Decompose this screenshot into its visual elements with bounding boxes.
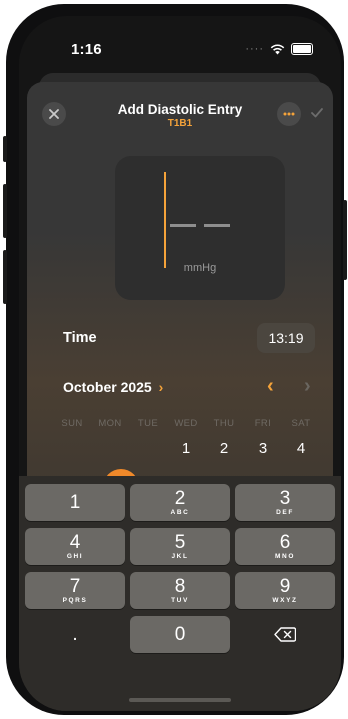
volume-down-button <box>3 250 7 304</box>
month-year-button[interactable]: October 2025 › <box>63 379 163 395</box>
key-digit: 1 <box>69 492 81 513</box>
battery-icon <box>291 43 313 55</box>
time-picker-button[interactable]: 13:19 <box>257 323 315 353</box>
key-6[interactable]: 6 MNO <box>235 528 335 565</box>
unit-label: mmHg <box>183 262 217 274</box>
calendar-day[interactable]: 3 <box>245 440 281 457</box>
phone-frame: 1:16 ···· Add Diastolic Entry T1B1 mmHg … <box>3 4 347 715</box>
key-letters: DEF <box>276 509 294 516</box>
backspace-icon <box>274 627 297 642</box>
key-digit: 5 <box>174 532 186 553</box>
weekday-label: FRI <box>254 418 272 429</box>
key-letters: TUV <box>171 597 189 604</box>
chevron-right-icon: › <box>158 379 164 395</box>
key-decimal[interactable]: . <box>25 616 125 653</box>
silent-switch <box>3 136 7 162</box>
status-icons: ···· <box>245 43 313 55</box>
calendar-day[interactable]: 1 <box>168 440 204 457</box>
key-0[interactable]: 0 <box>130 616 230 653</box>
power-button <box>343 200 347 280</box>
more-icon <box>283 112 295 116</box>
key-letters: JKL <box>171 553 189 560</box>
key-5[interactable]: 5 JKL <box>130 528 230 565</box>
weekday-label: SAT <box>291 418 311 429</box>
confirm-checkmark-icon[interactable] <box>311 108 323 118</box>
month-year-label: October 2025 <box>63 379 152 395</box>
key-8[interactable]: 8 TUV <box>130 572 230 609</box>
key-7[interactable]: 7 PQRS <box>25 572 125 609</box>
weekday-label: SUN <box>61 418 83 429</box>
cellular-icon: ···· <box>245 43 264 55</box>
placeholder-dash <box>170 224 196 227</box>
key-letters: ABC <box>170 509 190 516</box>
status-time: 1:16 <box>71 41 102 58</box>
calendar-day[interactable]: 2 <box>206 440 242 457</box>
screen: 1:16 ···· Add Diastolic Entry T1B1 mmHg … <box>19 16 341 711</box>
value-display[interactable]: mmHg <box>115 156 285 300</box>
weekday-label: THU <box>213 418 235 429</box>
key-digit: 2 <box>174 488 186 509</box>
status-bar: 1:16 ···· <box>19 16 341 68</box>
more-button[interactable] <box>277 102 301 126</box>
key-1[interactable]: 1 <box>25 484 125 521</box>
key-letters: GHI <box>66 553 84 560</box>
key-letters: MNO <box>275 553 295 560</box>
home-indicator[interactable] <box>129 698 231 702</box>
weekday-label: MON <box>98 418 122 429</box>
volume-up-button <box>3 184 7 238</box>
next-month-button[interactable]: › <box>304 375 311 398</box>
key-letters: PQRS <box>62 597 88 604</box>
previous-month-button[interactable]: ‹ <box>267 375 274 398</box>
text-cursor <box>164 172 166 268</box>
wifi-icon <box>270 43 285 54</box>
weekday-label: WED <box>174 418 198 429</box>
placeholder-dash <box>204 224 230 227</box>
time-label: Time <box>63 330 97 346</box>
key-9[interactable]: 9 WXYZ <box>235 572 335 609</box>
calendar-day[interactable]: 4 <box>283 440 319 457</box>
number-keypad: 1 2 ABC 3 DEF 4 GHI 5 JKL 6 MNO 7 PQRS 8… <box>19 476 341 711</box>
key-digit: 3 <box>279 488 291 509</box>
weekday-label: TUE <box>137 418 159 429</box>
key-digit: 7 <box>69 576 81 597</box>
key-delete[interactable] <box>235 616 335 653</box>
key-digit: 6 <box>279 532 291 553</box>
key-digit: . <box>72 624 78 645</box>
key-digit: 8 <box>174 576 186 597</box>
key-digit: 9 <box>279 576 291 597</box>
key-letters: WXYZ <box>272 597 298 604</box>
key-3[interactable]: 3 DEF <box>235 484 335 521</box>
key-2[interactable]: 2 ABC <box>130 484 230 521</box>
key-digit: 4 <box>69 532 81 553</box>
key-4[interactable]: 4 GHI <box>25 528 125 565</box>
key-digit: 0 <box>174 624 186 645</box>
